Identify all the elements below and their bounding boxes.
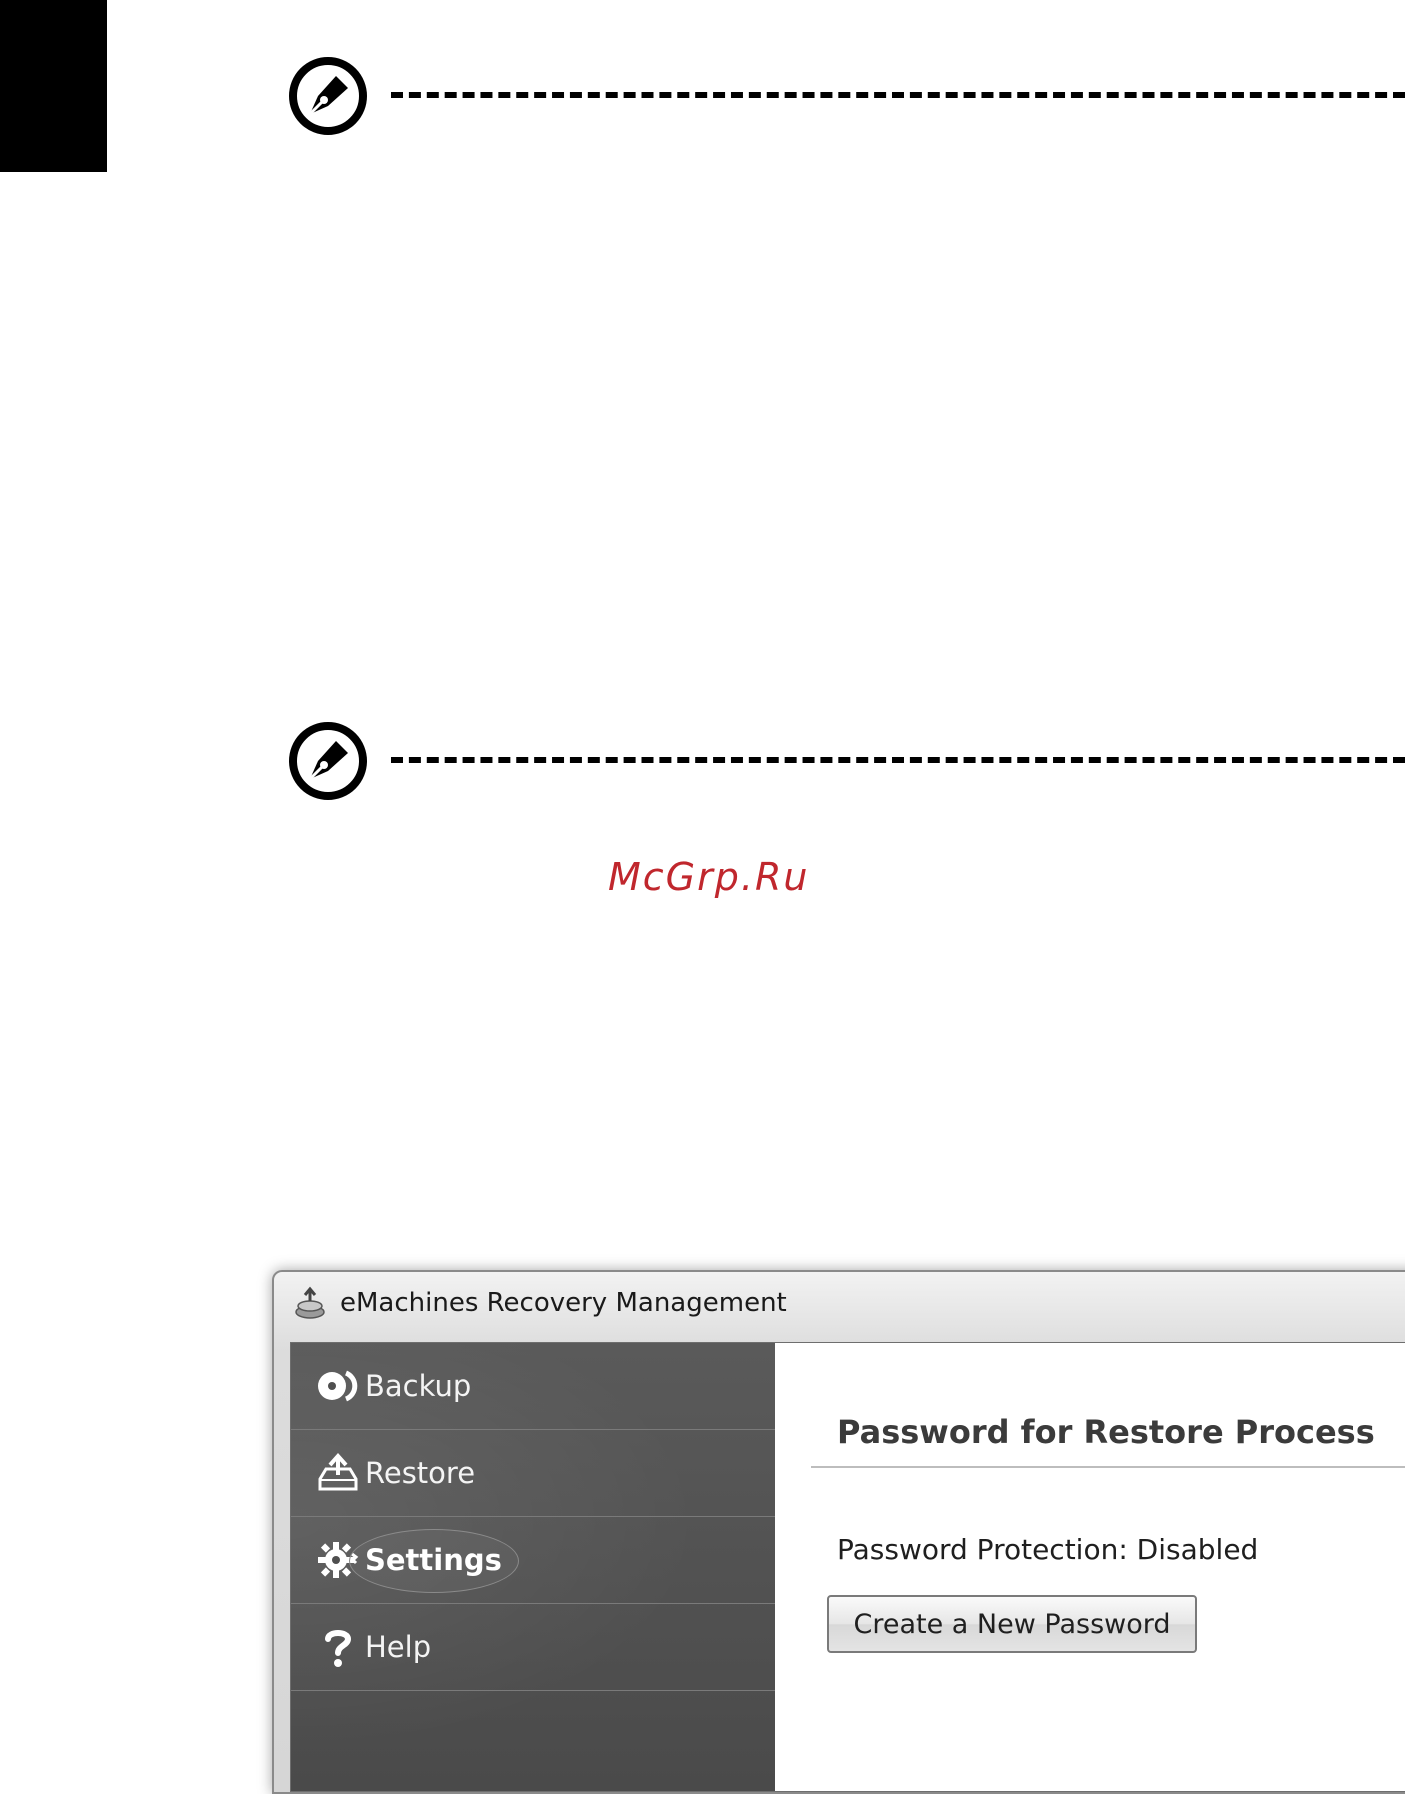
note-pen-icon bbox=[289, 722, 367, 800]
title-divider bbox=[811, 1466, 1405, 1468]
question-mark-icon bbox=[315, 1624, 361, 1670]
watermark-text: McGrp.Ru bbox=[608, 855, 810, 899]
note-divider bbox=[391, 757, 1405, 763]
page-edge-tab bbox=[0, 0, 107, 172]
page-title: Password for Restore Process bbox=[837, 1413, 1375, 1451]
create-new-password-button[interactable]: Create a New Password bbox=[827, 1595, 1197, 1653]
title-bar[interactable]: eMachines Recovery Management bbox=[274, 1272, 1405, 1334]
window-client-area: Backup Restore Settings Help Password fo… bbox=[290, 1342, 1405, 1792]
settings-panel: Password for Restore Process Password Pr… bbox=[775, 1343, 1405, 1791]
recovery-management-window: eMachines Recovery Management Backup Res… bbox=[272, 1270, 1405, 1794]
note-pen-icon bbox=[289, 57, 367, 135]
recovery-app-icon bbox=[295, 1286, 325, 1319]
note-divider bbox=[391, 92, 1405, 98]
sidebar-item-backup[interactable]: Backup bbox=[291, 1343, 775, 1430]
backup-disc-icon bbox=[315, 1363, 361, 1409]
sidebar: Backup Restore Settings Help bbox=[291, 1343, 775, 1791]
window-title: eMachines Recovery Management bbox=[340, 1288, 787, 1318]
sidebar-item-label: Settings bbox=[365, 1543, 502, 1577]
restore-upload-icon bbox=[315, 1450, 361, 1496]
sidebar-item-settings[interactable]: Settings bbox=[291, 1517, 775, 1604]
sidebar-item-label: Help bbox=[365, 1630, 432, 1664]
sidebar-item-label: Restore bbox=[365, 1456, 476, 1490]
sidebar-item-restore[interactable]: Restore bbox=[291, 1430, 775, 1517]
password-status-text: Password Protection: Disabled bbox=[837, 1533, 1259, 1566]
sidebar-item-label: Backup bbox=[365, 1369, 472, 1403]
sidebar-item-help[interactable]: Help bbox=[291, 1604, 775, 1691]
